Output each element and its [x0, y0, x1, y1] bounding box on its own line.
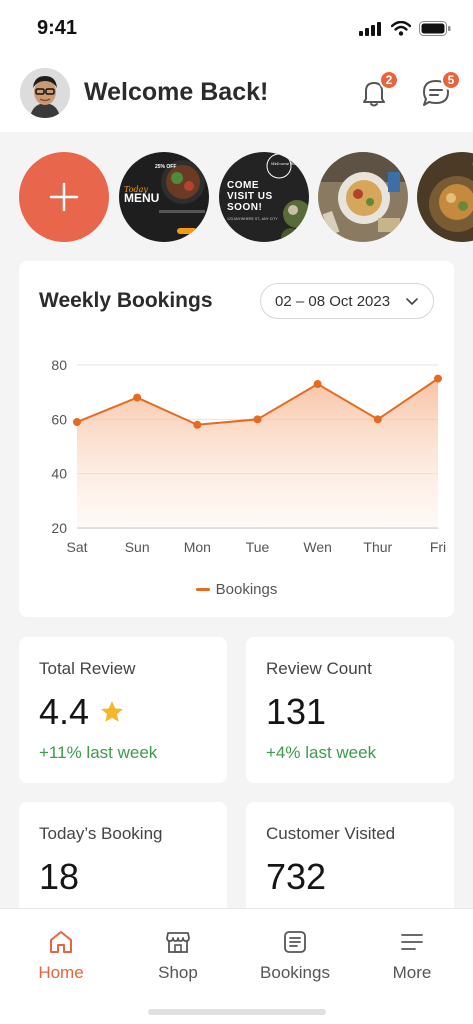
- data-point-tue[interactable]: [253, 415, 262, 424]
- nav-home[interactable]: Home: [2, 929, 120, 983]
- review-count-value: 131: [266, 691, 327, 732]
- total-review-change: +11% last week: [39, 743, 158, 762]
- x-tick-label: Wen: [303, 539, 332, 555]
- nav-shop-label: Shop: [158, 963, 198, 982]
- x-tick-label: Fri: [430, 539, 446, 555]
- review-count-change: +4% last week: [266, 743, 377, 762]
- y-tick-label: 60: [51, 411, 67, 427]
- review-count-card[interactable]: Review Count 131 +4% last week: [246, 637, 454, 783]
- notifications-badge: 2: [379, 70, 399, 90]
- date-range-dropdown[interactable]: 02 – 08 Oct 2023: [260, 283, 434, 319]
- visit-line1-text: COME: [227, 180, 259, 191]
- bookings-area-chart: 20 40 60 80 Sat Sun Mon Tue Wen Thur Fri: [51, 357, 446, 555]
- food-dish-1-image: [318, 152, 408, 242]
- data-point-fri[interactable]: [434, 374, 442, 383]
- wifi-icon: [391, 21, 411, 36]
- story-menu-promo[interactable]: Today MENU 25% OFF: [119, 152, 209, 242]
- plus-icon: [49, 182, 79, 212]
- story-food-dish-2[interactable]: [417, 152, 473, 242]
- total-review-label: Total Review: [39, 659, 136, 678]
- add-story-button[interactable]: [19, 152, 109, 242]
- visit-script-text: Welcome Eats: [271, 161, 299, 166]
- avatar-image: [20, 68, 70, 118]
- menu-word-text: MENU: [124, 191, 159, 205]
- chart-title: Weekly Bookings: [39, 289, 213, 312]
- legend-label: Bookings: [215, 581, 278, 598]
- messages-button[interactable]: 5: [419, 70, 461, 110]
- nav-bookings-label: Bookings: [260, 963, 330, 982]
- x-tick-label: Sun: [125, 539, 150, 555]
- legend-swatch: [195, 588, 210, 591]
- customer-visited-value: 732: [266, 856, 327, 897]
- story-come-visit[interactable]: Welcome Eats COME VISIT US SOON! 123 ANY…: [219, 152, 309, 242]
- nav-home-label: Home: [38, 963, 84, 982]
- data-point-sun[interactable]: [133, 393, 142, 402]
- battery-icon: [419, 21, 451, 36]
- bookings-list-icon: [284, 931, 306, 953]
- messages-badge: 5: [441, 70, 461, 90]
- visit-line3-text: SOON!: [227, 202, 262, 213]
- menu-discount-text: 25% OFF: [155, 164, 176, 170]
- todays-booking-label: Today’s Booking: [39, 824, 163, 843]
- nav-more[interactable]: More: [353, 929, 471, 983]
- nav-shop[interactable]: Shop: [119, 929, 237, 983]
- cellular-signal-icon: [359, 21, 381, 36]
- x-tick-label: Thur: [363, 539, 392, 555]
- chevron-down-icon: [406, 298, 418, 305]
- menu-icon: [401, 934, 423, 950]
- star-icon: [101, 701, 123, 722]
- data-point-wen[interactable]: [313, 380, 322, 389]
- come-visit-image: Welcome Eats COME VISIT US SOON! 123 ANY…: [219, 152, 309, 242]
- menu-promo-image: Today MENU 25% OFF: [119, 152, 209, 242]
- visit-small-text: 123 ANYWHERE ST., ANY CITY: [227, 217, 278, 221]
- shop-icon: [166, 932, 190, 953]
- home-indicator: [148, 1009, 326, 1015]
- nav-more-label: More: [392, 963, 432, 982]
- review-count-label: Review Count: [266, 659, 372, 678]
- stories-row: Today MENU 25% OFF Welcome Eats COME VIS…: [19, 152, 473, 242]
- x-tick-label: Tue: [246, 539, 270, 555]
- todays-booking-value: 18: [39, 856, 80, 897]
- nav-bookings[interactable]: Bookings: [236, 929, 354, 983]
- x-tick-label: Mon: [184, 539, 211, 555]
- y-tick-label: 80: [51, 357, 67, 373]
- food-dish-2-image: [417, 152, 473, 242]
- status-time: 9:41: [37, 17, 78, 39]
- date-range-label: 02 – 08 Oct 2023: [275, 292, 391, 310]
- status-icons: [359, 21, 451, 36]
- welcome-title: Welcome Back!: [84, 78, 269, 106]
- y-tick-label: 20: [51, 520, 67, 536]
- chart-legend: Bookings: [19, 581, 454, 598]
- data-point-sat[interactable]: [73, 418, 81, 427]
- total-review-card[interactable]: Total Review 4.4 +11% last week: [19, 637, 227, 783]
- header: Welcome Back! 2 5: [0, 58, 473, 132]
- data-point-thur[interactable]: [373, 415, 382, 424]
- total-review-value-row: 4.4: [39, 691, 125, 733]
- x-tick-label: Sat: [66, 539, 87, 555]
- avatar[interactable]: [20, 68, 70, 118]
- weekly-bookings-card: Weekly Bookings 02 – 08 Oct 2023 20 40 60 8…: [19, 261, 454, 617]
- story-food-dish-1[interactable]: [318, 152, 408, 242]
- status-bar: 9:41: [0, 0, 473, 58]
- customer-visited-label: Customer Visited: [266, 824, 396, 843]
- notifications-button[interactable]: 2: [357, 70, 399, 110]
- y-tick-label: 40: [51, 466, 67, 482]
- data-point-mon[interactable]: [193, 420, 202, 429]
- visit-line2-text: VISIT US: [227, 191, 273, 202]
- home-icon: [50, 931, 72, 953]
- bottom-nav: Home Shop Bookings More: [0, 908, 473, 1024]
- total-review-value: 4.4: [39, 691, 90, 732]
